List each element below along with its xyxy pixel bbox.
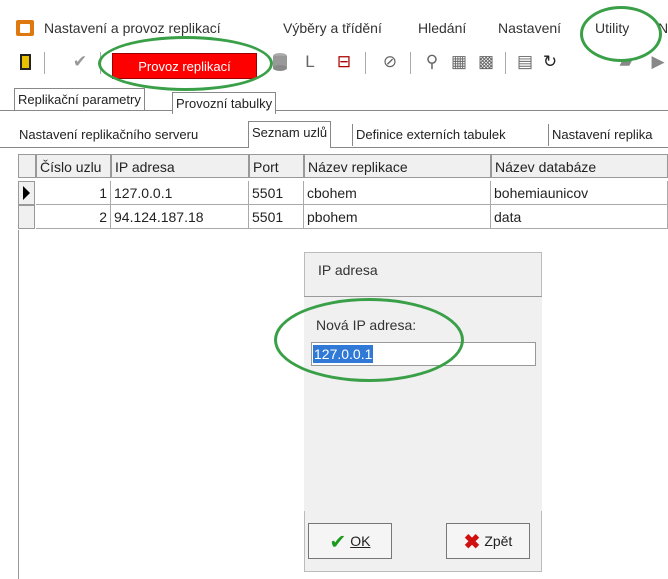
subtab-row-divider — [0, 147, 668, 148]
table-cell[interactable]: 127.0.0.1 — [111, 181, 249, 205]
toolbar-separator — [505, 52, 506, 74]
table-cell[interactable]: data — [491, 205, 668, 229]
more-icon[interactable]: ▶ — [648, 52, 668, 72]
col-header-cislo-uzlu[interactable]: Číslo uzlu — [36, 154, 111, 178]
cross-icon: ✖ — [463, 531, 481, 554]
menu-nastaveni-provoz[interactable]: Nastavení a provoz replikací — [44, 20, 221, 36]
dialog-title: IP adresa — [318, 262, 378, 278]
menu-hledani[interactable]: Hledání — [418, 20, 466, 36]
tab-label: Seznam uzlů — [252, 125, 328, 140]
filter-icon[interactable]: ▩ — [476, 52, 496, 72]
annotation-oval-utility — [580, 6, 662, 62]
tab-nastaveni-serveru[interactable]: Nastavení replikačního serveru — [16, 124, 202, 146]
tab-label: Nastavení replikačního serveru — [19, 127, 199, 142]
tab-label: Definice externích tabulek — [356, 127, 506, 142]
grid-select-all[interactable] — [18, 154, 36, 178]
ok-label: OK — [350, 533, 371, 549]
tab-label: Replikační parametry — [18, 92, 141, 107]
delete-record-icon[interactable]: ⊟ — [334, 52, 354, 72]
tab-seznam-uzlu[interactable]: Seznam uzlů — [248, 121, 332, 148]
col-header-ip-adresa[interactable]: IP adresa — [111, 154, 249, 178]
col-header-nazev-databaze[interactable]: Název databáze — [491, 154, 668, 178]
tab-definice-externich[interactable]: Definice externích tabulek — [352, 124, 509, 146]
tab-replikacni-parametry[interactable]: Replikační parametry — [14, 88, 145, 110]
tab-nastaveni-replika[interactable]: Nastavení replika — [548, 124, 656, 146]
ok-button[interactable]: ✔ OK — [308, 523, 392, 559]
l-icon[interactable]: L — [300, 52, 320, 72]
table-cell[interactable]: cbohem — [304, 181, 491, 205]
toolbar-separator — [410, 52, 411, 74]
table-cell[interactable]: 5501 — [249, 205, 304, 229]
grid-icon[interactable]: ▤ — [515, 52, 535, 72]
refresh-icon[interactable]: ↻ — [540, 52, 560, 72]
cancel-icon[interactable]: ⊘ — [380, 52, 400, 72]
database-icon[interactable] — [270, 52, 290, 72]
back-label: Zpět — [484, 533, 513, 549]
table-cell[interactable]: 94.124.187.18 — [111, 205, 249, 229]
toolbar-separator — [44, 52, 45, 74]
check-icon: ✔ — [329, 531, 347, 554]
table-cell[interactable]: 1 — [36, 181, 111, 205]
check-icon[interactable]: ✔ — [70, 52, 90, 72]
app-icon — [16, 20, 34, 36]
table-cell[interactable]: bohemiaunicov — [491, 181, 668, 205]
menu-bar: Nastavení a provoz replikací Výběry a tř… — [0, 0, 668, 42]
menu-nastaveni[interactable]: Nastavení — [498, 20, 561, 36]
search-icon[interactable]: ⚲ — [422, 52, 442, 72]
tab-label: Provozní tabulky — [176, 96, 273, 111]
table-cell[interactable]: 5501 — [249, 181, 304, 205]
menu-vybery-trideni[interactable]: Výběry a třídění — [283, 20, 382, 36]
col-header-port[interactable]: Port — [249, 154, 304, 178]
toolbar-separator — [365, 52, 366, 74]
tab-label: Nastavení replika — [552, 127, 653, 142]
table-cell[interactable]: pbohem — [304, 205, 491, 229]
annotation-oval-provoz — [98, 36, 273, 91]
col-header-nazev-replikace[interactable]: Název replikace — [304, 154, 491, 178]
tab-provozni-tabulky[interactable]: Provozní tabulky — [172, 92, 277, 114]
back-button[interactable]: ✖ Zpět — [446, 523, 530, 559]
exit-door-icon[interactable] — [16, 52, 36, 72]
row-indicator[interactable] — [18, 205, 35, 229]
find-table-icon[interactable]: ▦ — [449, 52, 469, 72]
row-indicator[interactable] — [18, 181, 35, 205]
table-cell[interactable]: 2 — [36, 205, 111, 229]
annotation-oval-ip — [274, 298, 464, 382]
